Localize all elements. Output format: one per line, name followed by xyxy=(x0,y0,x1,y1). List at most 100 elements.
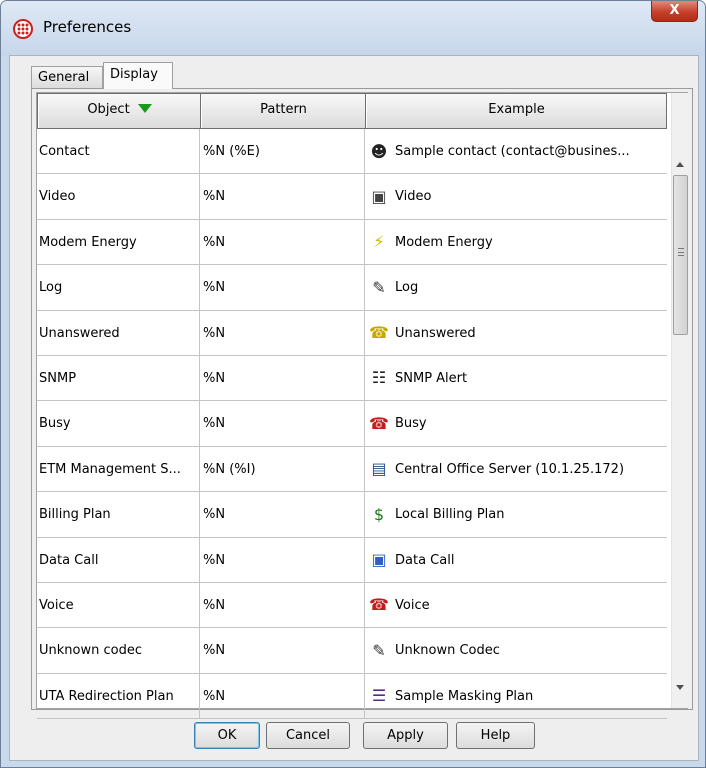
table-row[interactable]: Voice %N ☎ Voice xyxy=(37,582,667,629)
table-row[interactable]: Video %N ▣ Video xyxy=(37,174,667,220)
display-panel: Object Pattern Example Contact %N (%E) ☻ Sa… xyxy=(31,88,693,720)
snmp-network-icon: ☷ xyxy=(371,368,387,388)
example-cell: ☷ SNMP Alert xyxy=(365,356,667,401)
example-cell: ▣ Data Call xyxy=(365,538,667,583)
data-call-icon: ▣ xyxy=(371,550,387,570)
pattern-cell[interactable]: %N xyxy=(200,628,365,674)
pattern-cell[interactable]: %N (%E) xyxy=(200,129,365,174)
table-row[interactable]: Contact %N (%E) ☻ Sample contact (contact@b… xyxy=(37,129,667,175)
codec-icon: ✎ xyxy=(372,640,386,660)
example-text: Voice xyxy=(395,597,430,613)
table-row[interactable]: Modem Energy %N ⚡ Modem Energy xyxy=(37,219,667,266)
column-header-example[interactable]: Example xyxy=(366,94,666,128)
pattern-cell[interactable]: %N xyxy=(200,673,365,719)
pattern-cell[interactable]: %N xyxy=(200,492,365,538)
object-cell[interactable]: UTA Redirection Plan xyxy=(37,673,200,719)
server-icon: ▤ xyxy=(371,459,387,479)
sort-descending-icon xyxy=(137,104,152,113)
table-row[interactable]: Log %N ✎ Log xyxy=(37,265,667,311)
example-text: Sample contact (contact@busines... xyxy=(395,144,630,159)
pattern-cell[interactable]: %N xyxy=(200,310,365,356)
example-text: Video xyxy=(395,189,432,205)
apply-button[interactable]: Apply xyxy=(363,722,448,749)
scroll-up-arrow-icon[interactable] xyxy=(676,162,684,167)
example-text: Sample Masking Plan xyxy=(395,688,534,704)
display-table: Object Pattern Example Contact %N (%E) ☻ Sa… xyxy=(36,92,688,720)
pattern-cell[interactable]: %N xyxy=(200,355,365,401)
object-cell[interactable]: Log xyxy=(37,265,200,311)
example-text: Central Office Server (10.1.25.172) xyxy=(395,461,625,477)
log-icon: ✎ xyxy=(372,277,386,297)
tab-general[interactable]: General xyxy=(31,66,103,88)
example-cell: ⚡ Modem Energy xyxy=(365,220,667,265)
object-cell[interactable]: Contact xyxy=(37,129,200,174)
modem-energy-icon: ⚡ xyxy=(373,232,385,252)
object-cell[interactable]: Data Call xyxy=(37,537,200,583)
object-cell[interactable]: Voice xyxy=(37,582,200,628)
help-button[interactable]: Help xyxy=(456,722,535,749)
column-header-pattern[interactable]: Pattern xyxy=(201,94,366,128)
table-row[interactable]: ETM Management S... %N (%I) ▤ Central Offic… xyxy=(37,446,667,493)
pattern-cell[interactable]: %N xyxy=(200,582,365,628)
object-cell[interactable]: Modem Energy xyxy=(37,219,200,265)
example-text: Modem Energy xyxy=(395,234,493,250)
table-row[interactable]: Busy %N ☎ Busy xyxy=(37,401,667,447)
title-bar: Preferences X xyxy=(1,1,705,55)
object-cell[interactable]: ETM Management S... xyxy=(37,446,200,492)
example-text: Local Billing Plan xyxy=(395,507,505,523)
voice-phone-icon: ☎ xyxy=(369,595,389,615)
scroll-grip-icon xyxy=(678,248,684,256)
table-row[interactable]: Billing Plan %N $ Local Billing Plan xyxy=(37,492,667,538)
example-cell: ✎ Unknown Codec xyxy=(365,628,667,673)
preferences-window: Preferences X General Display Object Pat… xyxy=(0,0,706,768)
tab-display[interactable]: Display xyxy=(103,62,173,89)
pattern-cell[interactable]: %N xyxy=(200,537,365,583)
close-button[interactable]: X xyxy=(651,1,698,22)
window-title: Preferences xyxy=(43,18,132,36)
example-cell: ▣ Video xyxy=(365,174,667,219)
example-cell: $ Local Billing Plan xyxy=(365,492,667,537)
scroll-thumb[interactable] xyxy=(673,175,688,335)
dialog-body: General Display Object Pattern Example C… xyxy=(9,55,699,761)
object-cell[interactable]: Billing Plan xyxy=(37,492,200,538)
example-cell: ☎ Voice xyxy=(365,583,667,628)
scroll-down-arrow-icon[interactable] xyxy=(676,685,684,690)
table-header: Object Pattern Example xyxy=(37,93,667,129)
object-cell[interactable]: Busy xyxy=(37,401,200,447)
masking-plan-icon: ☰ xyxy=(371,686,387,706)
object-cell[interactable]: SNMP xyxy=(37,355,200,401)
ok-button[interactable]: OK xyxy=(194,722,260,749)
pattern-cell[interactable]: %N xyxy=(200,219,365,265)
example-cell: ☰ Sample Masking Plan xyxy=(365,674,667,719)
billing-plan-icon: $ xyxy=(373,504,385,524)
example-text: Unanswered xyxy=(395,325,476,341)
example-text: Unknown Codec xyxy=(395,643,500,659)
pattern-cell[interactable]: %N xyxy=(200,265,365,311)
pattern-cell[interactable]: %N xyxy=(200,174,365,220)
example-cell: ▤ Central Office Server (10.1.25.172) xyxy=(365,447,667,492)
table-row[interactable]: UTA Redirection Plan %N ☰ Sample Masking Pl… xyxy=(37,673,667,720)
table-body: Contact %N (%E) ☻ Sample contact (contact@b… xyxy=(37,129,667,720)
object-cell[interactable]: Video xyxy=(37,174,200,220)
table-row[interactable]: Unanswered %N ☎ Unanswered xyxy=(37,310,667,356)
object-cell[interactable]: Unanswered xyxy=(37,310,200,356)
column-header-label: Object xyxy=(87,102,130,117)
contact-icon: ☻ xyxy=(370,141,388,161)
pattern-cell[interactable]: %N (%I) xyxy=(200,446,365,492)
pattern-cell[interactable]: %N xyxy=(200,401,365,447)
example-text: SNMP Alert xyxy=(395,370,468,386)
table-row[interactable]: Unknown codec %N ✎ Unknown Codec xyxy=(37,628,667,674)
button-bar: OK Cancel Apply Help xyxy=(10,718,700,750)
cancel-button[interactable]: Cancel xyxy=(266,722,350,749)
vertical-scrollbar[interactable] xyxy=(671,93,688,708)
example-cell: ✎ Log xyxy=(365,265,667,310)
example-text: Busy xyxy=(395,416,427,432)
unanswered-phone-icon: ☎ xyxy=(369,323,389,343)
video-icon: ▣ xyxy=(371,186,387,206)
column-header-object[interactable]: Object xyxy=(38,94,201,128)
table-row[interactable]: SNMP %N ☷ SNMP Alert xyxy=(37,355,667,402)
example-cell: ☎ Unanswered xyxy=(365,311,667,356)
example-cell: ☻ Sample contact (contact@busines... xyxy=(365,129,667,174)
table-row[interactable]: Data Call %N ▣ Data Call xyxy=(37,537,667,583)
object-cell[interactable]: Unknown codec xyxy=(37,628,200,674)
